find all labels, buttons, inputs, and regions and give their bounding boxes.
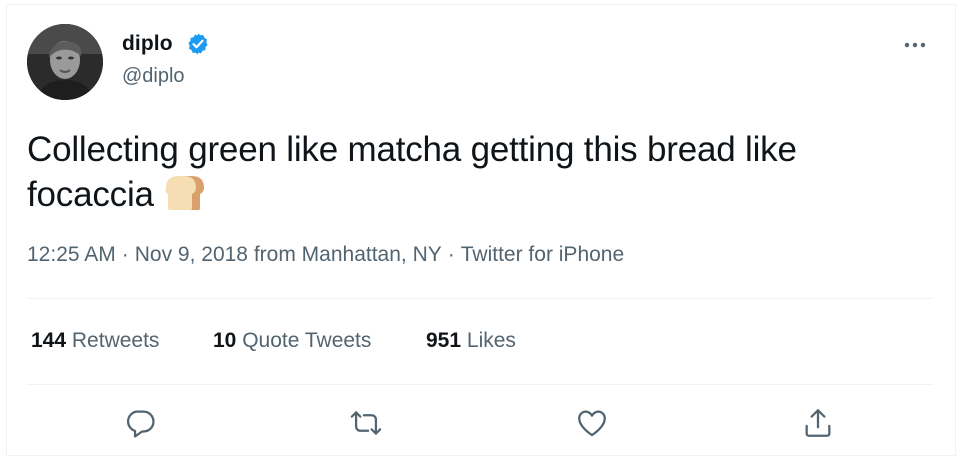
more-options-icon[interactable] [900,33,930,57]
handle[interactable]: @diplo [122,64,185,88]
quote-tweets-label: Quote Tweets [242,329,372,352]
tweet-source[interactable]: Twitter for iPhone [461,243,624,266]
tweet-text-line-2-words: focaccia [27,175,154,214]
likes-count: 951 [426,329,462,352]
share-icon [805,409,831,437]
divider [27,384,933,385]
reply-button[interactable] [120,403,160,443]
tweet-text-line-2: focaccia [27,172,907,217]
like-button[interactable] [572,403,612,443]
tweet-text: Collecting green like matcha getting thi… [27,127,907,217]
retweets-count: 144 [31,329,67,352]
avatar[interactable] [27,24,103,100]
reply-icon [126,410,155,438]
retweet-icon [350,411,382,435]
meta-separator: · [447,243,455,266]
display-name[interactable]: diplo [122,31,173,57]
tweet-text-line-1: Collecting green like matcha getting thi… [27,130,797,169]
verified-badge-icon [188,33,208,55]
tweet-meta: 12:25 AM · Nov 9, 2018 from Manhattan, NY ·… [27,241,624,269]
share-button[interactable] [798,403,838,443]
retweet-button[interactable] [346,403,386,443]
likes-label: Likes [466,329,516,352]
quote-tweets-stat[interactable]: 10 Quote Tweets [213,327,371,355]
tweet-time[interactable]: 12:25 AM [27,243,116,266]
likes-stat[interactable]: 951 Likes [426,327,516,355]
retweets-stat[interactable]: 144 Retweets [31,327,159,355]
meta-separator: · [121,243,129,266]
avatar-photo [27,24,103,100]
retweets-label: Retweets [71,329,160,352]
tweet-location: from Manhattan, NY [253,243,442,266]
tweet-date[interactable]: Nov 9, 2018 [135,243,248,266]
divider [27,298,933,299]
quote-tweets-count: 10 [213,329,237,352]
like-icon [578,410,606,437]
bread-emoji-icon [165,176,204,210]
